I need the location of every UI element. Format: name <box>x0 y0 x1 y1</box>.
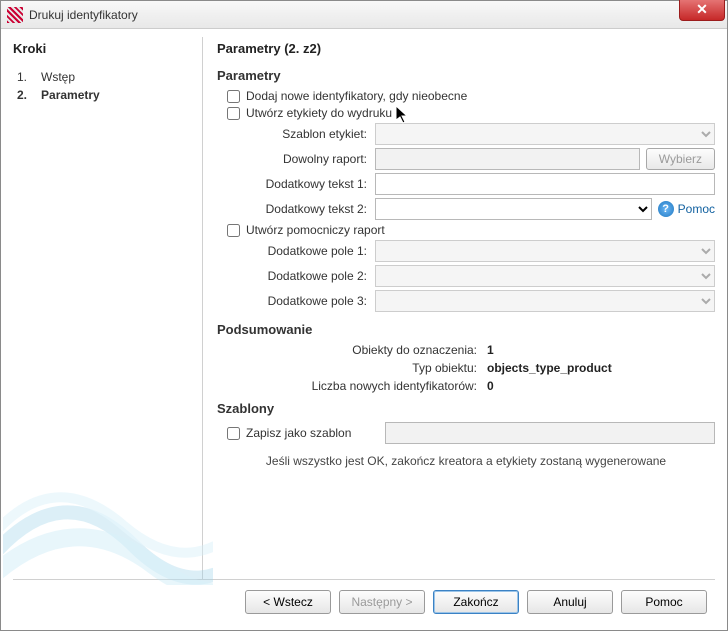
footer: < Wstecz Następny > Zakończ Anuluj Pomoc <box>13 579 715 620</box>
help-link[interactable]: ? Pomoc <box>658 201 715 217</box>
chk-save-template-input[interactable] <box>227 427 240 440</box>
summary-objects-value: 1 <box>487 343 494 357</box>
step-item-intro[interactable]: 1. Wstęp <box>17 68 196 86</box>
extra-field1-label: Dodatkowe pole 1: <box>217 244 375 258</box>
close-button[interactable]: ✕ <box>679 0 725 21</box>
help-label: Pomoc <box>678 202 715 216</box>
chk-make-labels-label: Utwórz etykiety do wydruku <box>246 106 392 120</box>
any-report-input[interactable] <box>375 148 640 170</box>
row-extra-text1: Dodatkowy tekst 1: <box>217 173 715 195</box>
extra-field2-select[interactable] <box>375 265 715 287</box>
any-report-label: Dowolny raport: <box>217 152 375 166</box>
extra-text1-label: Dodatkowy tekst 1: <box>217 177 375 191</box>
extra-text2-select[interactable] <box>375 198 652 220</box>
chk-add-ids-input[interactable] <box>227 90 240 103</box>
sidebar: Kroki 1. Wstęp 2. Parametry <box>13 37 203 579</box>
app-icon <box>7 7 23 23</box>
summary-new-ids: Liczba nowych identyfikatorów: 0 <box>217 379 715 393</box>
row-extra-field3: Dodatkowe pole 3: <box>217 290 715 312</box>
summary-type-label: Typ obiektu: <box>217 361 487 375</box>
extra-text1-input[interactable] <box>375 173 715 195</box>
chk-add-ids-label: Dodaj nowe identyfikatory, gdy nieobecne <box>246 89 467 103</box>
row-extra-field2: Dodatkowe pole 2: <box>217 265 715 287</box>
extra-field1-select[interactable] <box>375 240 715 262</box>
steps-list: 1. Wstęp 2. Parametry <box>13 68 196 104</box>
chk-make-labels[interactable]: Utwórz etykiety do wydruku <box>227 106 715 120</box>
cancel-button[interactable]: Anuluj <box>527 590 613 614</box>
label-template-label: Szablon etykiet: <box>217 127 375 141</box>
chk-save-template[interactable]: Zapisz jako szablon <box>227 426 385 440</box>
chk-aux-report-input[interactable] <box>227 224 240 237</box>
decorative-wave <box>3 435 213 585</box>
step-label: Wstęp <box>41 70 75 84</box>
extra-field2-label: Dodatkowe pole 2: <box>217 269 375 283</box>
step-label: Parametry <box>41 88 100 102</box>
finish-note: Jeśli wszystko jest OK, zakończ kreatora… <box>217 454 715 468</box>
help-icon: ? <box>658 201 674 217</box>
chk-add-ids[interactable]: Dodaj nowe identyfikatory, gdy nieobecne <box>227 89 715 103</box>
extra-text2-label: Dodatkowy tekst 2: <box>217 202 375 216</box>
back-button[interactable]: < Wstecz <box>245 590 331 614</box>
finish-button[interactable]: Zakończ <box>433 590 519 614</box>
label-template-select[interactable] <box>375 123 715 145</box>
template-name-input[interactable] <box>385 422 715 444</box>
chk-aux-report-label: Utwórz pomocniczy raport <box>246 223 385 237</box>
row-label-template: Szablon etykiet: <box>217 123 715 145</box>
close-icon: ✕ <box>696 1 708 17</box>
main-panel: Parametry (2. z2) Parametry Dodaj nowe i… <box>203 37 715 579</box>
dialog-window: Drukuj identyfikatory ✕ Kroki 1. Wstęp 2… <box>0 0 728 631</box>
summary-type: Typ obiektu: objects_type_product <box>217 361 715 375</box>
help-button[interactable]: Pomoc <box>621 590 707 614</box>
step-num: 2. <box>17 88 27 102</box>
row-extra-field1: Dodatkowe pole 1: <box>217 240 715 262</box>
step-item-params[interactable]: 2. Parametry <box>17 86 196 104</box>
section-templates-title: Szablony <box>217 401 715 416</box>
extra-field3-label: Dodatkowe pole 3: <box>217 294 375 308</box>
chk-aux-report[interactable]: Utwórz pomocniczy raport <box>227 223 715 237</box>
summary-objects-label: Obiekty do oznaczenia: <box>217 343 487 357</box>
summary-objects: Obiekty do oznaczenia: 1 <box>217 343 715 357</box>
extra-field3-select[interactable] <box>375 290 715 312</box>
summary-new-ids-label: Liczba nowych identyfikatorów: <box>217 379 487 393</box>
sidebar-heading: Kroki <box>13 41 196 56</box>
section-summary-title: Podsumowanie <box>217 322 715 337</box>
next-button[interactable]: Następny > <box>339 590 425 614</box>
page-title: Parametry (2. z2) <box>217 41 715 56</box>
summary-new-ids-value: 0 <box>487 379 494 393</box>
titlebar: Drukuj identyfikatory ✕ <box>1 1 727 29</box>
chk-make-labels-input[interactable] <box>227 107 240 120</box>
row-extra-text2: Dodatkowy tekst 2: ? Pomoc <box>217 198 715 220</box>
summary-type-value: objects_type_product <box>487 361 612 375</box>
dialog-body: Kroki 1. Wstęp 2. Parametry <box>1 29 727 630</box>
row-any-report: Dowolny raport: Wybierz <box>217 148 715 170</box>
section-params-title: Parametry <box>217 68 715 83</box>
step-num: 1. <box>17 70 27 84</box>
chk-save-template-label: Zapisz jako szablon <box>246 426 351 440</box>
window-title: Drukuj identyfikatory <box>29 8 138 22</box>
choose-button[interactable]: Wybierz <box>646 148 715 170</box>
row-save-template: Zapisz jako szablon <box>227 422 715 444</box>
